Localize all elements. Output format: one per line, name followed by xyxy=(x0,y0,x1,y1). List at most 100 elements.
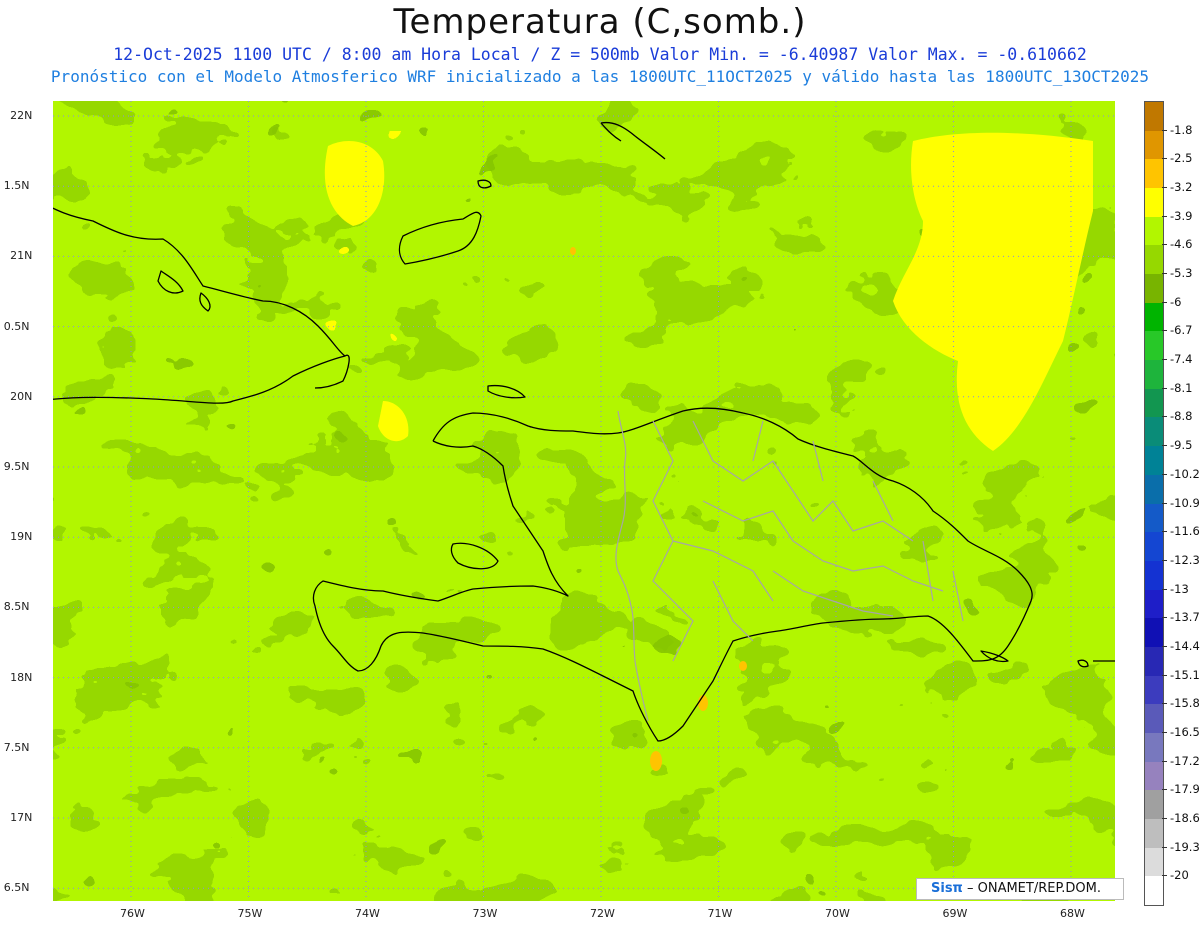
colorbar-segment xyxy=(1145,503,1163,533)
map-title: Temperatura (C,somb.) xyxy=(393,2,807,42)
colorbar-segment xyxy=(1145,130,1163,160)
colorbar-label: -15.8 xyxy=(1170,696,1200,711)
lon-label: 72W xyxy=(590,907,615,920)
colorbar-segment xyxy=(1145,532,1163,562)
valid-time-subtitle: 12-Oct-2025 1100 UTC / 8:00 am Hora Loca… xyxy=(113,45,1087,64)
colorbar-segment xyxy=(1145,790,1163,820)
colorbar-segment xyxy=(1145,646,1163,677)
colorbar-label: -9.5 xyxy=(1170,438,1193,453)
colorbar-segment xyxy=(1145,102,1163,132)
credit-box: Sisπ – ONAMET/REP.DOM. xyxy=(916,878,1124,900)
colorbar-tick xyxy=(1162,215,1167,217)
colorbar-tick xyxy=(1162,445,1167,447)
colorbar-tick xyxy=(1162,817,1167,819)
colorbar-label: -13 xyxy=(1170,581,1189,596)
temperature-map xyxy=(53,101,1115,901)
lon-label: 69W xyxy=(942,907,968,920)
colorbar-label: -17.9 xyxy=(1170,782,1200,797)
lat-label: 19N xyxy=(10,530,33,544)
lon-label: 70W xyxy=(825,907,850,920)
colorbar-segment xyxy=(1145,732,1163,763)
hot-spot-3 xyxy=(739,661,747,671)
colorbar-segment xyxy=(1145,704,1163,734)
hot-spot-4 xyxy=(570,247,576,255)
lat-label: 8.5N xyxy=(3,600,30,614)
colorbar-segment xyxy=(1145,446,1163,476)
colorbar-label: -5.3 xyxy=(1170,266,1193,281)
colorbar-tick xyxy=(1162,301,1167,303)
colorbar-segment xyxy=(1145,560,1163,591)
colorbar-tick xyxy=(1162,244,1167,246)
hot-spot-1 xyxy=(650,751,662,771)
colorbar-segment xyxy=(1145,388,1163,418)
colorbar-tick xyxy=(1162,617,1167,619)
colorbar-segment xyxy=(1145,876,1163,906)
colorbar-segment xyxy=(1145,417,1163,447)
colorbar-tick xyxy=(1162,875,1167,877)
lon-label: 76W xyxy=(120,907,145,920)
colorbar xyxy=(1144,101,1164,906)
colorbar-label: -15.1 xyxy=(1170,667,1200,682)
lon-label: 68W xyxy=(1060,907,1085,920)
colorbar-label: -14.4 xyxy=(1170,638,1200,653)
lon-label: 75W xyxy=(237,907,263,920)
colorbar-tick xyxy=(1162,473,1167,475)
lon-label: 71W xyxy=(707,907,733,920)
lon-label: 74W xyxy=(355,907,380,920)
colorbar-label: -17.2 xyxy=(1170,753,1200,768)
colorbar-label: -3.2 xyxy=(1170,180,1193,195)
colorbar-segment xyxy=(1145,618,1163,648)
colorbar-segment xyxy=(1145,360,1163,390)
colorbar-label: -20 xyxy=(1170,868,1189,883)
colorbar-tick xyxy=(1162,531,1167,533)
colorbar-segment xyxy=(1145,331,1163,361)
colorbar-tick xyxy=(1162,789,1167,791)
colorbar-tick xyxy=(1162,559,1167,561)
colorbar-tick xyxy=(1162,273,1167,275)
colorbar-segment xyxy=(1145,216,1163,246)
colorbar-tick xyxy=(1162,703,1167,705)
lat-label: 1.5N xyxy=(3,179,30,193)
colorbar-label: -3.9 xyxy=(1170,208,1193,223)
colorbar-label: -8.8 xyxy=(1170,409,1193,424)
colorbar-label: -11.6 xyxy=(1170,524,1200,539)
lat-label: 17N xyxy=(10,811,33,824)
lat-label: 6.5N xyxy=(3,881,30,895)
colorbar-segment xyxy=(1145,302,1163,332)
colorbar-segment xyxy=(1145,245,1163,275)
colorbar-tick xyxy=(1162,416,1167,418)
credit-text: – ONAMET/REP.DOM. xyxy=(962,881,1101,896)
colorbar-tick xyxy=(1162,760,1167,762)
hot-spot-2 xyxy=(698,695,708,711)
colorbar-tick xyxy=(1162,502,1167,504)
colorbar-label: -10.2 xyxy=(1170,466,1200,481)
sispi-logo: Sisπ xyxy=(931,881,963,896)
colorbar-segment xyxy=(1145,818,1163,849)
colorbar-tick xyxy=(1162,387,1167,389)
lon-label: 73W xyxy=(472,907,498,920)
colorbar-segment xyxy=(1145,188,1163,218)
colorbar-tick xyxy=(1162,158,1167,160)
colorbar-segment xyxy=(1145,159,1163,189)
model-info-subtitle: Pronóstico con el Modelo Atmosferico WRF… xyxy=(50,67,1150,86)
lat-label: 7.5N xyxy=(3,740,30,754)
colorbar-tick xyxy=(1162,674,1167,676)
colorbar-label: -12.3 xyxy=(1170,552,1200,567)
colorbar-label: -1.8 xyxy=(1170,122,1193,137)
colorbar-label: -10.9 xyxy=(1170,495,1200,510)
lat-label: 9.5N xyxy=(3,460,30,473)
colorbar-label: -16.5 xyxy=(1170,724,1200,739)
colorbar-segment xyxy=(1145,274,1163,304)
colorbar-label: -8.1 xyxy=(1170,380,1193,395)
colorbar-segment xyxy=(1145,847,1163,877)
colorbar-segment xyxy=(1145,589,1163,619)
colorbar-label: -19.3 xyxy=(1170,839,1200,854)
colorbar-tick xyxy=(1162,129,1167,131)
colorbar-label: -13.7 xyxy=(1170,610,1200,625)
lat-label: 20N xyxy=(10,389,33,403)
colorbar-label: -18.6 xyxy=(1170,810,1200,825)
colorbar-tick xyxy=(1162,359,1167,361)
colorbar-label: -7.4 xyxy=(1170,352,1193,367)
colorbar-segment xyxy=(1145,474,1163,504)
lat-label: 21N xyxy=(10,249,33,263)
